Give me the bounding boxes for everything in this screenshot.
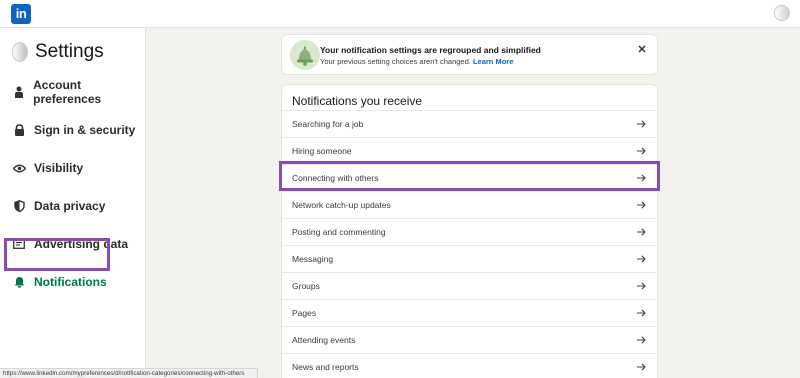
settings-header: Settings bbox=[12, 40, 104, 64]
lock-icon bbox=[12, 123, 26, 137]
row-label: Messaging bbox=[292, 254, 334, 264]
link-status-bar: https://www.linkedin.com/mypreferences/d… bbox=[0, 368, 258, 378]
sidebar-item-label: Notifications bbox=[34, 275, 107, 289]
arrow-right-icon bbox=[637, 147, 646, 155]
notification-category-row[interactable]: Hiring someone bbox=[282, 137, 657, 164]
avatar[interactable] bbox=[12, 42, 28, 62]
notification-category-row[interactable]: Groups bbox=[282, 272, 657, 299]
top-navbar: in bbox=[0, 0, 800, 28]
notification-category-row[interactable]: News and reports bbox=[282, 353, 657, 378]
page-title: Settings bbox=[35, 41, 104, 62]
status-url: https://www.linkedin.com/mypreferences/d… bbox=[3, 370, 245, 377]
connecting-row-highlight-box bbox=[279, 161, 660, 191]
notification-category-row[interactable]: Posting and commenting bbox=[282, 218, 657, 245]
notifications-highlight-box bbox=[4, 238, 110, 271]
sidebar-item-label: Account preferences bbox=[33, 78, 102, 106]
profile-avatar[interactable] bbox=[774, 5, 790, 21]
arrow-right-icon bbox=[637, 255, 646, 263]
sidebar-item-notifications[interactable]: Notifications bbox=[12, 271, 107, 293]
arrow-right-icon bbox=[637, 309, 646, 317]
arrow-right-icon bbox=[637, 282, 646, 290]
notification-category-row[interactable]: Messaging bbox=[282, 245, 657, 272]
sidebar-item-account-preferences[interactable]: Account preferences bbox=[12, 78, 145, 106]
arrow-right-icon bbox=[637, 363, 646, 371]
learn-more-link[interactable]: Learn More bbox=[473, 57, 513, 66]
arrow-right-icon bbox=[637, 201, 646, 209]
banner-subtitle: Your previous setting choices aren't cha… bbox=[320, 57, 513, 66]
eye-icon bbox=[12, 161, 26, 175]
row-label: Network catch-up updates bbox=[292, 200, 391, 210]
row-label: News and reports bbox=[292, 362, 359, 372]
linkedin-logo[interactable]: in bbox=[11, 4, 31, 24]
banner-title: Your notification settings are regrouped… bbox=[320, 45, 541, 55]
notifications-card: Notifications you receive Searching for … bbox=[281, 84, 658, 378]
arrow-right-icon bbox=[637, 228, 646, 236]
sidebar-item-data-privacy[interactable]: Data privacy bbox=[12, 195, 105, 217]
bell-icon bbox=[12, 275, 26, 289]
row-label: Attending events bbox=[292, 335, 356, 345]
row-label: Hiring someone bbox=[292, 146, 352, 156]
row-label: Posting and commenting bbox=[292, 227, 386, 237]
sidebar-item-label: Data privacy bbox=[34, 199, 106, 213]
banner-subtitle-text: Your previous setting choices aren't cha… bbox=[320, 57, 471, 66]
arrow-right-icon bbox=[637, 336, 646, 344]
sidebar-item-visibility[interactable]: Visibility bbox=[12, 157, 83, 179]
sidebar-item-label: Sign in & security bbox=[34, 123, 136, 137]
shield-icon bbox=[12, 199, 26, 213]
bell-illustration-icon bbox=[290, 40, 320, 70]
row-label: Searching for a job bbox=[292, 119, 364, 129]
notification-category-row[interactable]: Attending events bbox=[282, 326, 657, 353]
info-banner: Your notification settings are regrouped… bbox=[281, 34, 658, 75]
person-icon bbox=[12, 85, 25, 99]
row-label: Pages bbox=[292, 308, 317, 318]
close-icon[interactable]: ✕ bbox=[636, 44, 648, 56]
row-label: Groups bbox=[292, 281, 320, 291]
sidebar-item-label: Visibility bbox=[34, 161, 84, 175]
notification-category-row[interactable]: Network catch-up updates bbox=[282, 191, 657, 218]
section-heading: Notifications you receive bbox=[292, 94, 423, 108]
notification-category-row[interactable]: Searching for a job bbox=[282, 110, 657, 137]
sidebar-item-sign-in-security[interactable]: Sign in & security bbox=[12, 119, 135, 141]
arrow-right-icon bbox=[637, 120, 646, 128]
settings-sidebar: Settings Account preferences Sign in & s… bbox=[0, 28, 146, 378]
notification-category-row[interactable]: Pages bbox=[282, 299, 657, 326]
